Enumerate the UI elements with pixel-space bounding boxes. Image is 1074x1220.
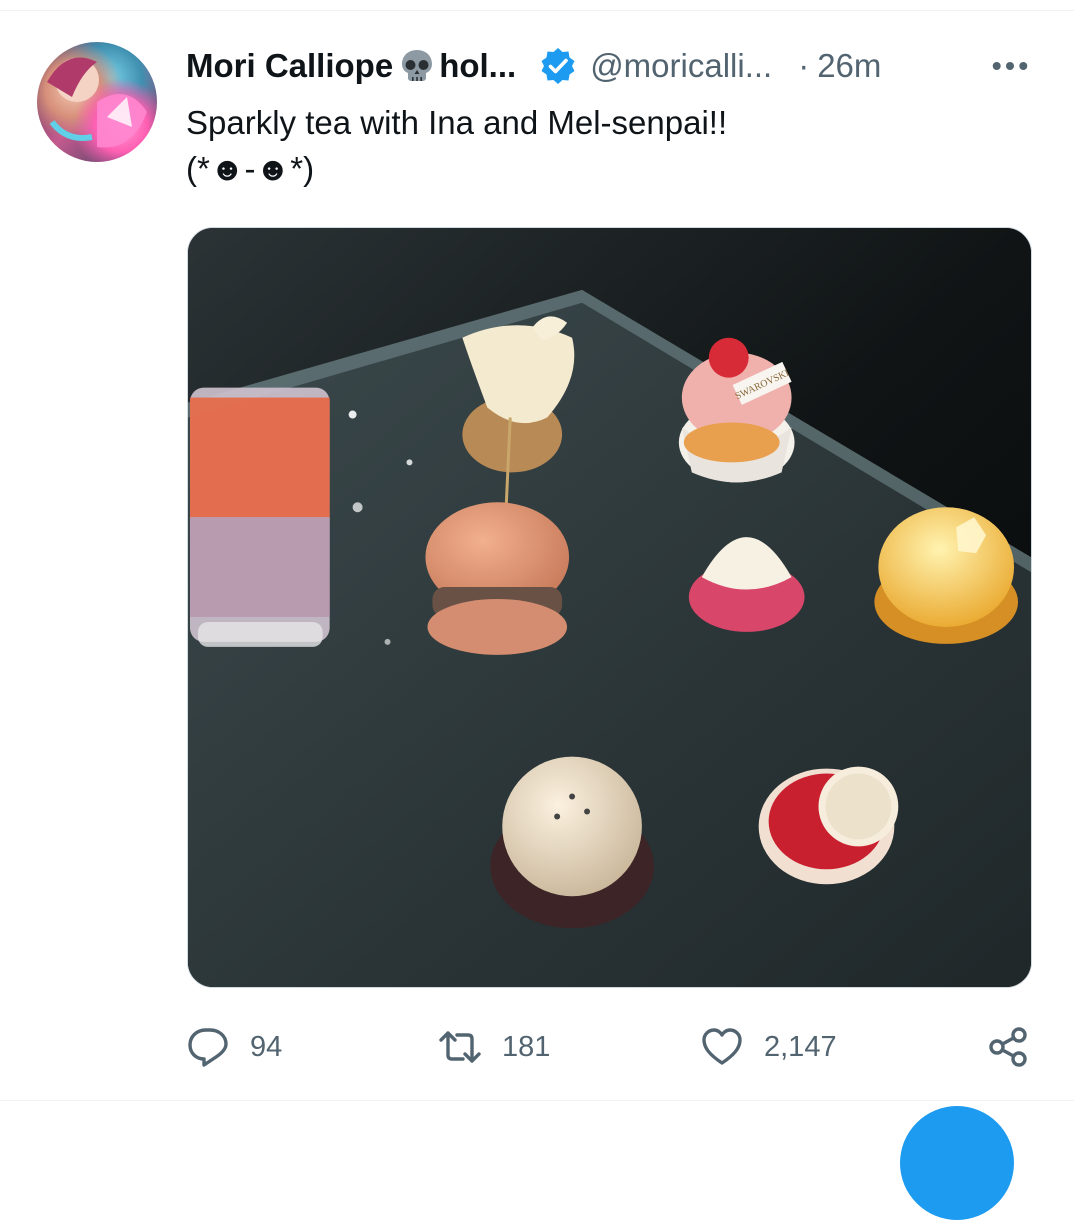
separator-dot: · (798, 47, 810, 84)
more-horizontal-icon (992, 62, 1028, 70)
reply-button[interactable]: 94 (186, 1022, 282, 1072)
more-button[interactable] (990, 52, 1030, 80)
compose-tweet-button[interactable] (900, 1106, 1014, 1220)
retweet-icon (439, 1031, 481, 1063)
retweet-button[interactable]: 181 (438, 1022, 550, 1072)
tweet-text: Sparkly tea with Ina and Mel-senpai!! (*… (186, 104, 728, 187)
user-handle[interactable]: @moricalli... (590, 47, 772, 85)
share-icon (989, 1027, 1027, 1067)
verified-badge-icon (538, 46, 578, 86)
photo-desserts: SWAROVSKI (188, 228, 1031, 987)
top-divider (0, 10, 1074, 11)
skull-icon (397, 46, 437, 86)
tweet-header: Mori Calliope hol... @moricalli... · 26m (186, 44, 881, 88)
bottom-divider (0, 1100, 1074, 1101)
avatar-image (47, 57, 147, 148)
share-button[interactable] (986, 1022, 1050, 1072)
like-count: 2,147 (764, 1030, 837, 1063)
display-name-suffix[interactable]: hol... (439, 47, 516, 85)
reply-count: 94 (250, 1030, 283, 1063)
tweet-photo[interactable]: SWAROVSKI (187, 227, 1032, 988)
reply-icon (188, 1028, 228, 1067)
heart-icon (702, 1028, 742, 1065)
like-button[interactable]: 2,147 (700, 1022, 837, 1072)
retweet-count: 181 (502, 1030, 551, 1063)
tweet-actions: 94 181 2,147 (186, 1022, 1036, 1072)
timestamp[interactable]: 26m (817, 47, 881, 85)
avatar[interactable] (37, 42, 157, 162)
display-name[interactable]: Mori Calliope (186, 47, 393, 85)
